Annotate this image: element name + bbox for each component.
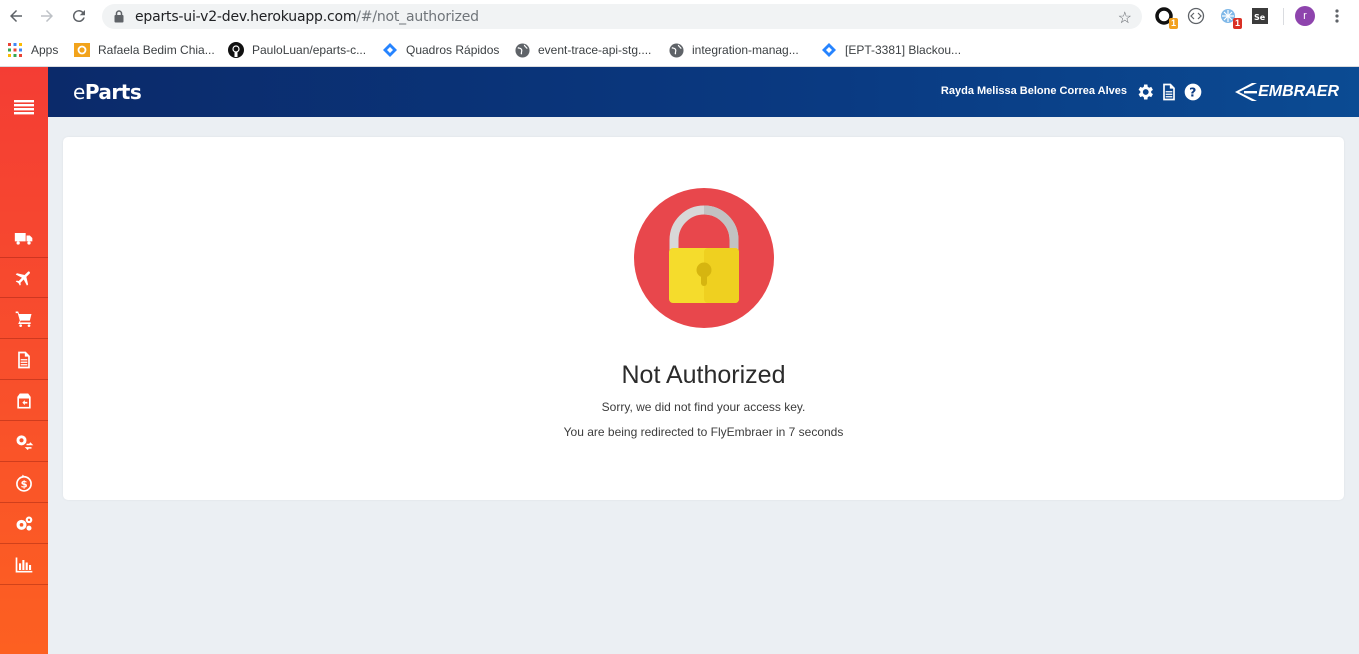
svg-text:$: $ [21, 479, 28, 490]
bookmark-label: Apps [31, 43, 59, 57]
lock-illustration [634, 188, 774, 328]
svg-text:Se: Se [1254, 13, 1266, 22]
arrow-left-icon [10, 10, 22, 22]
redirect-message: You are being redirected to FlyEmbraer i… [563, 425, 844, 439]
kebab-menu-icon [1335, 9, 1339, 23]
svg-text:?: ? [1189, 85, 1196, 100]
sidebar-item-exchange[interactable] [0, 422, 48, 462]
bookmark-item[interactable]: event-trace-api-stg.... [514, 40, 651, 60]
padlock-icon [669, 205, 739, 303]
bookmark-label: PauloLuan/eparts-c... [252, 43, 367, 57]
extension-badge: 1 [1168, 18, 1178, 29]
jira-icon [382, 42, 398, 58]
bookmark-item[interactable]: Rafaela Bedim Chia... [74, 40, 215, 60]
globe-icon [668, 42, 684, 58]
sidebar-item-returns[interactable] [0, 381, 48, 421]
brand-name: Parts [84, 80, 142, 104]
brand-prefix: e [73, 80, 85, 104]
plane-icon [15, 270, 30, 286]
sidebar-item-settings[interactable] [0, 504, 48, 544]
hamburger-icon [14, 100, 34, 115]
apps-grid-icon [7, 42, 23, 58]
outlook-icon [74, 42, 90, 58]
hamburger-menu-button[interactable] [0, 89, 48, 125]
bookmark-item[interactable]: [EPT-3381] Blackou... [821, 40, 961, 60]
sidebar: $ [0, 67, 48, 654]
app-header: eParts Rayda Melissa Belone Correa Alves… [48, 67, 1359, 117]
bookmark-star-icon[interactable]: ☆ [1118, 8, 1132, 28]
github-icon [228, 42, 244, 58]
jira-icon [821, 42, 837, 58]
help-icon[interactable]: ? [1183, 82, 1203, 102]
extension-button[interactable]: 1 [1218, 6, 1242, 29]
toolbar-divider [1283, 8, 1284, 25]
logo-text: EMBRAER [1258, 83, 1339, 100]
document-icon [18, 351, 30, 368]
profile-avatar[interactable]: r [1295, 6, 1315, 26]
sidebar-item-shipping[interactable] [0, 218, 48, 258]
omnibox[interactable]: eparts-ui-v2-dev.herokuapp.com/#/not_aut… [102, 4, 1142, 29]
bookmark-label: [EPT-3381] Blackou... [845, 43, 962, 57]
gear-icon[interactable] [1135, 82, 1155, 102]
bookmark-label: integration-manag... [692, 43, 799, 57]
url-text: eparts-ui-v2-dev.herokuapp.com/#/not_aut… [135, 9, 479, 25]
embraer-logo-icon [1235, 83, 1258, 101]
browser-toolbar: eparts-ui-v2-dev.herokuapp.com/#/not_aut… [0, 0, 1359, 33]
error-message: Sorry, we did not find your access key. [601, 400, 806, 414]
sidebar-item-reports[interactable] [0, 545, 48, 585]
sidebar-item-documents[interactable] [0, 340, 48, 380]
profile-initial: r [1295, 6, 1315, 26]
bookmark-label: Quadros Rápidos [406, 43, 500, 57]
globe-icon [514, 42, 530, 58]
extension-button[interactable]: Se [1250, 6, 1270, 26]
bookmark-label: event-trace-api-stg.... [538, 43, 652, 57]
browser-menu-button[interactable] [1327, 6, 1347, 26]
back-button[interactable] [5, 5, 27, 27]
bookmark-item[interactable]: Quadros Rápidos [382, 40, 499, 60]
bar-chart-icon [15, 557, 33, 572]
extension-code-icon [1187, 7, 1205, 25]
selenium-icon: Se [1252, 8, 1268, 24]
bookmarks-bar: Apps Rafaela Bedim Chia... PauloLuan/epa… [0, 33, 1359, 67]
not-authorized-card: Not Authorized Sorry, we did not find yo… [63, 137, 1344, 500]
bookmark-item[interactable]: integration-manag... [668, 40, 799, 60]
bookmark-item[interactable]: PauloLuan/eparts-c... [228, 40, 366, 60]
package-return-icon [17, 393, 31, 408]
forward-button[interactable] [36, 5, 58, 27]
bookmark-label: Rafaela Bedim Chia... [98, 43, 215, 57]
sidebar-item-finance[interactable]: $ [0, 463, 48, 503]
bookmark-apps[interactable]: Apps [7, 40, 58, 60]
embraer-logo[interactable]: EMBRAER [1235, 81, 1339, 103]
page-title: Not Authorized [621, 361, 786, 389]
secure-lock-icon [114, 10, 124, 23]
sidebar-item-cart[interactable] [0, 299, 48, 339]
extension-badge: 1 [1232, 18, 1242, 29]
gears-icon [16, 516, 33, 531]
extension-button[interactable] [1186, 6, 1206, 26]
user-name: Rayda Melissa Belone Correa Alves [940, 85, 1127, 97]
truck-icon [14, 232, 33, 245]
arrow-right-icon [41, 10, 53, 22]
cart-icon [15, 311, 32, 327]
gear-exchange-icon [16, 434, 34, 450]
url-host: eparts-ui-v2-dev.herokuapp.com [135, 9, 357, 25]
file-text-icon[interactable] [1159, 82, 1179, 102]
dollar-refresh-icon: $ [16, 474, 32, 492]
extension-button[interactable]: 1 [1154, 6, 1178, 29]
reload-button[interactable] [68, 5, 90, 27]
sidebar-item-aircraft[interactable] [0, 258, 48, 298]
reload-icon [72, 10, 85, 23]
url-path: /#/not_authorized [356, 9, 479, 25]
app-brand[interactable]: eParts [73, 80, 142, 104]
